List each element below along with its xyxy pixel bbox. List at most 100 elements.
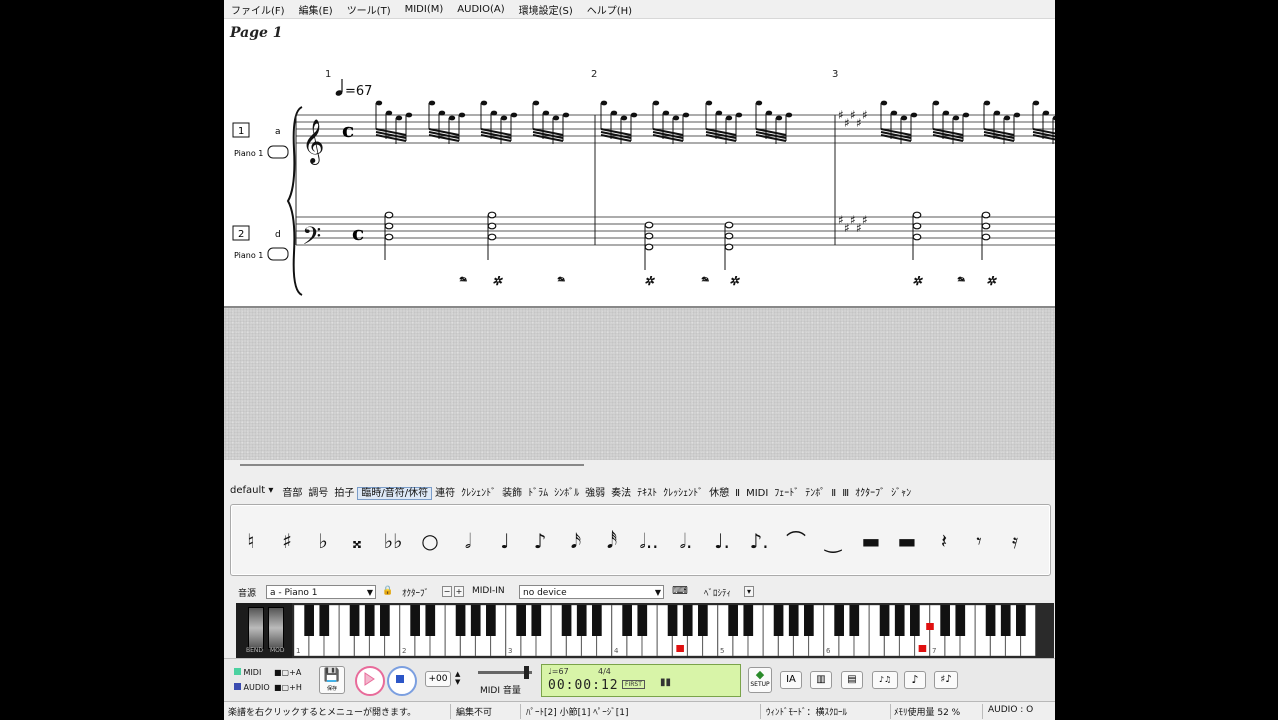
setup-button[interactable]: ◆ SETUP: [748, 667, 772, 693]
palette-symbol[interactable]: ♪: [528, 527, 552, 555]
note-input-button[interactable]: ♪: [904, 671, 926, 689]
palette-tab[interactable]: ｸﾚｼｪﾝﾄﾞ: [458, 488, 499, 499]
palette-tab[interactable]: ﾌｪｰﾄﾞ: [771, 488, 802, 499]
play-button[interactable]: [355, 666, 385, 696]
tempo-mark[interactable]: =67: [335, 79, 373, 99]
menu-help[interactable]: ヘルプ(H): [580, 2, 639, 17]
palette-symbol[interactable]: 𝄪: [345, 527, 369, 555]
palette-tab[interactable]: 休憩: [706, 488, 732, 499]
score-note: [755, 100, 763, 106]
transpose-spinner[interactable]: ▲ ▼: [455, 670, 460, 686]
palette-preset-dropdown[interactable]: default ▾: [224, 485, 279, 496]
palette-tab[interactable]: 音部: [279, 488, 305, 499]
lock-icon[interactable]: 🔒: [382, 586, 393, 596]
octave-down-button[interactable]: −: [442, 586, 452, 597]
pitch-bend-wheel[interactable]: [248, 607, 264, 649]
palette-symbol[interactable]: 𝅗𝅥: [456, 527, 480, 555]
palette-symbol[interactable]: ‿: [821, 527, 845, 555]
palette-symbol[interactable]: ♩.: [710, 527, 734, 555]
palette-symbol[interactable]: ▬: [859, 527, 883, 555]
menu-tools[interactable]: ツール(T): [340, 2, 398, 17]
palette-tab[interactable]: 拍子: [331, 488, 357, 499]
bend-label: BEND: [246, 647, 264, 654]
octave-up-button[interactable]: +: [454, 586, 464, 597]
palette-tab[interactable]: ﾄﾞﾗﾑ: [525, 488, 551, 499]
palette-symbol[interactable]: 𝅘𝅥𝅰: [600, 527, 624, 555]
volume-slider-thumb[interactable]: [524, 666, 529, 679]
palette-symbol[interactable]: ♮: [239, 527, 263, 555]
menu-file[interactable]: ファイル(F): [224, 2, 292, 17]
save-button[interactable]: 💾 保存: [319, 666, 345, 694]
menu-edit[interactable]: 編集(E): [292, 2, 340, 17]
palette-symbol[interactable]: ♭♭: [381, 527, 405, 555]
score-view-button[interactable]: ♪♫: [872, 671, 898, 689]
palette-symbol[interactable]: ⌒: [784, 527, 808, 555]
audio-ab-switch[interactable]: ■▢+H: [274, 683, 302, 692]
palette-tab[interactable]: 調号: [305, 488, 331, 499]
score-note: [600, 100, 608, 106]
score-note: [480, 100, 488, 106]
keyboard-config-icon[interactable]: ⌨: [672, 584, 688, 597]
palette-tab[interactable]: 奏法: [608, 488, 634, 499]
palette-tab[interactable]: 強弱: [582, 488, 608, 499]
palette-tab[interactable]: ｵｸﾀｰﾌﾞ: [852, 488, 888, 499]
stop-button[interactable]: [387, 666, 417, 696]
velocity-dropdown[interactable]: ▾: [744, 586, 754, 597]
part-select[interactable]: a - Piano 1 ▼: [266, 585, 376, 599]
palette-tab[interactable]: Ⅱ: [732, 488, 743, 499]
stave-1-header[interactable]: 1 a Piano 1: [232, 122, 289, 159]
palette-tab[interactable]: 装飾: [499, 488, 525, 499]
transpose-field[interactable]: +00: [425, 671, 451, 687]
palette-tab[interactable]: ｼﾞｬﾝ: [888, 488, 914, 499]
palette-symbol[interactable]: 𝅗𝅥..: [637, 527, 661, 555]
mixer-button[interactable]: ▤: [841, 671, 863, 689]
score-view[interactable]: Page 1 1 2 3 =67 1 a Piano 1 2 d Piano 1…: [224, 19, 1055, 308]
palette-symbol[interactable]: ♭: [311, 527, 335, 555]
palette-symbol[interactable]: 𝄾: [967, 527, 991, 555]
palette-symbol[interactable]: 𝅘𝅥𝅯: [564, 527, 588, 555]
black-key: [834, 605, 844, 636]
midi-output-toggle[interactable]: MIDI: [234, 668, 261, 677]
midi-ab-switch[interactable]: ■▢+A: [274, 668, 301, 677]
palette-symbol[interactable]: ○: [418, 527, 442, 555]
palette-tab[interactable]: Ⅲ: [839, 488, 852, 499]
palette-tab[interactable]: 臨時/音符/休符: [357, 486, 433, 500]
audio-output-toggle[interactable]: AUDIO: [234, 683, 270, 692]
time-signature-treble: c: [342, 118, 354, 142]
palette-tab[interactable]: ｸﾚｯｼｪﾝﾄﾞ: [660, 488, 706, 499]
black-key: [698, 605, 708, 636]
lcd-first-button[interactable]: FIRST: [622, 680, 645, 689]
palette-tab[interactable]: ﾃﾝﾎﾟ: [802, 488, 828, 499]
palette-symbol[interactable]: ▬: [895, 527, 919, 555]
stave-2-header[interactable]: 2 d Piano 1: [232, 225, 289, 261]
palette-tab[interactable]: ｼﾝﾎﾞﾙ: [551, 488, 582, 499]
palette-tab[interactable]: ﾃｷｽﾄ: [634, 488, 660, 499]
score-note: [552, 115, 560, 121]
keyboard-view-button[interactable]: ▥: [810, 671, 832, 689]
score-note: [487, 222, 497, 230]
menu-audio[interactable]: AUDIO(A): [450, 4, 511, 15]
menu-settings[interactable]: 環境設定(S): [512, 2, 580, 17]
stave-key-label: a: [275, 127, 281, 137]
palette-tab[interactable]: Ⅱ: [828, 488, 839, 499]
text-tool-button[interactable]: IA: [780, 671, 802, 689]
palette-symbol[interactable]: 𝄽: [932, 527, 956, 555]
velocity-label: ﾍﾞﾛｼﾃｨ: [704, 589, 732, 599]
modulation-wheel[interactable]: [268, 607, 284, 649]
midi-in-select[interactable]: no device ▼: [519, 585, 664, 599]
palette-scrollbar[interactable]: [240, 464, 584, 466]
palette-symbol[interactable]: 𝄿: [1003, 527, 1027, 555]
palette-symbol[interactable]: ♩: [493, 527, 517, 555]
piano-keys[interactable]: 1 2 3 4 5 6 7: [294, 605, 1036, 656]
palette-symbol[interactable]: ♪.: [747, 527, 771, 555]
score-note: [785, 112, 793, 118]
menu-midi[interactable]: MIDI(M): [398, 4, 451, 15]
palette-symbol[interactable]: 𝅗𝅥.: [674, 527, 698, 555]
palette-tab[interactable]: MIDI: [743, 488, 771, 499]
time-signature-bass: c: [352, 221, 364, 245]
sharp-tool-button[interactable]: ♯♪: [934, 671, 958, 689]
score-staff-system[interactable]: 1 2 3 =67 1 a Piano 1 2 d Piano 1 𝄞 𝄢 c …: [224, 19, 1055, 306]
score-note: 𝆮: [956, 274, 966, 288]
palette-tab[interactable]: 連符: [432, 488, 458, 499]
palette-symbol[interactable]: ♯: [275, 527, 299, 555]
